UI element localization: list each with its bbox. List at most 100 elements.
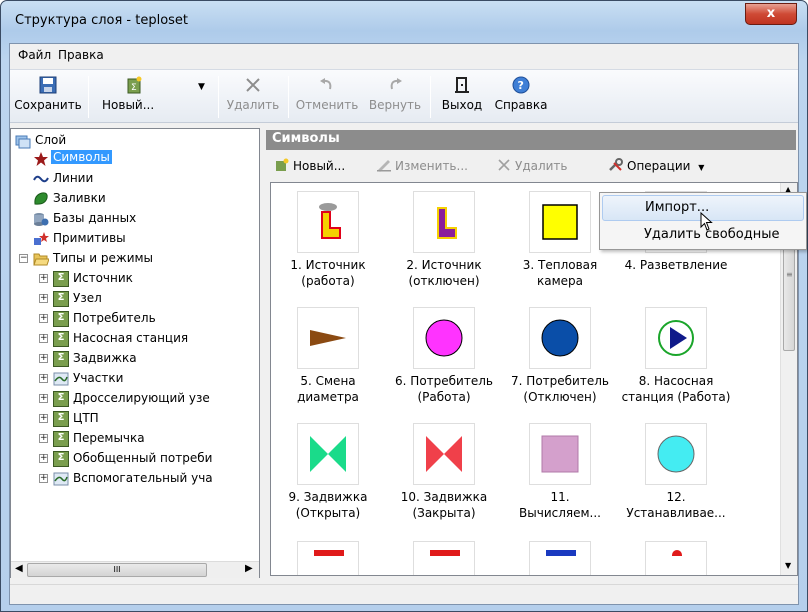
- symbol-tile-partial[interactable]: [297, 541, 359, 575]
- symbol-preview: [529, 423, 591, 485]
- client-area: Файл Правка Сохранить Σ Новый... ▼ Удали…: [9, 43, 799, 605]
- operations-menu-button[interactable]: Операции ▼: [608, 158, 704, 173]
- symbol-tile[interactable]: 5. Смена диаметра: [271, 307, 385, 425]
- tree-group-types[interactable]: Типы и режимы: [33, 249, 253, 269]
- symbol-tile[interactable]: 2. Источник (отключен): [387, 191, 501, 309]
- symbol-tile[interactable]: 12. Устанавливае...: [619, 423, 733, 541]
- toolbar-separator: [288, 76, 289, 118]
- sections-line-icon: [53, 372, 69, 386]
- status-bar: [10, 584, 798, 604]
- symbol-tile-partial[interactable]: [645, 541, 707, 575]
- sheet-icon: Σ: [53, 311, 69, 327]
- tree-type-item[interactable]: Σ Обобщенный потреби: [53, 449, 259, 469]
- sheet-icon: Σ: [53, 331, 69, 347]
- valve-open-icon: [310, 436, 346, 472]
- tree-item-primitives[interactable]: Примитивы: [33, 229, 253, 249]
- menu-edit[interactable]: Правка: [58, 48, 104, 62]
- red-dot-icon: [672, 550, 682, 556]
- new-dropdown-arrow[interactable]: ▼: [198, 82, 205, 92]
- close-button[interactable]: x: [745, 3, 797, 25]
- diameter-change-icon: [310, 330, 346, 346]
- sheet-icon: Σ: [53, 431, 69, 447]
- symbol-tile[interactable]: 6. Потребитель (Работа): [387, 307, 501, 425]
- menu-file[interactable]: Файл: [18, 48, 51, 62]
- app-window: Структура слоя - teploset x Файл Правка …: [0, 0, 808, 612]
- tree-type-item[interactable]: Участки: [53, 369, 259, 389]
- scroll-right-arrow-icon[interactable]: ▶: [245, 563, 253, 574]
- symbol-tile[interactable]: 1. Источник (работа): [271, 191, 385, 309]
- fill-shape-icon: [34, 192, 48, 205]
- expand-toggle[interactable]: +: [39, 454, 48, 463]
- collapse-toggle[interactable]: −: [19, 254, 28, 263]
- star-icon: [34, 152, 48, 166]
- tree-type-item[interactable]: Σ Перемычка: [53, 429, 259, 449]
- layer-tree[interactable]: Слой Символы Линии Заливки Базы данных П…: [10, 128, 260, 578]
- tree-type-item[interactable]: Σ Насосная станция: [53, 329, 259, 349]
- symbol-delete-button[interactable]: Удалить: [496, 158, 568, 173]
- delete-x-icon: [246, 78, 260, 92]
- tree-type-item[interactable]: Вспомогательный уча: [53, 469, 259, 489]
- help-icon: ?: [512, 76, 530, 94]
- symbol-tile[interactable]: 11. Вычисляем...: [503, 423, 617, 541]
- save-button[interactable]: Сохранить: [14, 74, 82, 120]
- symbol-edit-button[interactable]: Изменить...: [376, 158, 468, 173]
- title-bar[interactable]: Структура слоя - teploset x: [1, 1, 807, 41]
- symbol-new-button[interactable]: Новый...: [274, 158, 345, 173]
- new-button[interactable]: Σ Новый...: [94, 74, 174, 120]
- scroll-thumb[interactable]: III: [27, 563, 207, 577]
- symbol-tile-partial[interactable]: [413, 541, 475, 575]
- sections-line-icon: [53, 472, 69, 486]
- tree-item-symbols[interactable]: Символы: [33, 149, 253, 169]
- main-toolbar: Сохранить Σ Новый... ▼ Удалить Отменить …: [10, 69, 798, 123]
- expand-toggle[interactable]: +: [39, 334, 48, 343]
- symbol-tile[interactable]: 9. Задвижка (Открыта): [271, 423, 385, 541]
- symbol-tile[interactable]: 10. Задвижка (Закрыта): [387, 423, 501, 541]
- toolbar-separator: [430, 76, 431, 118]
- symbol-preview: [297, 191, 359, 253]
- tree-horizontal-scrollbar[interactable]: ◀ III ▶: [11, 561, 259, 578]
- tree-type-item[interactable]: Σ Источник: [53, 269, 259, 289]
- mouse-cursor-icon: [700, 212, 713, 231]
- expand-toggle[interactable]: +: [39, 354, 48, 363]
- sheet-icon: Σ: [53, 411, 69, 427]
- symbol-tile-partial[interactable]: [529, 541, 591, 575]
- tree-type-item[interactable]: Σ Узел: [53, 289, 259, 309]
- expand-toggle[interactable]: +: [39, 414, 48, 423]
- help-button[interactable]: ? Справка: [490, 74, 552, 120]
- tree-type-item[interactable]: Σ Дросселирующий узе: [53, 389, 259, 409]
- installed-circle-icon: [657, 435, 695, 473]
- scroll-left-arrow-icon[interactable]: ◀: [15, 563, 23, 574]
- new-sheet-icon: Σ: [127, 76, 142, 94]
- expand-toggle[interactable]: +: [39, 394, 48, 403]
- expand-toggle[interactable]: +: [39, 374, 48, 383]
- tree-type-item[interactable]: Σ Задвижка: [53, 349, 259, 369]
- expand-toggle[interactable]: +: [39, 314, 48, 323]
- heat-source-off-icon: [437, 207, 457, 239]
- expand-toggle[interactable]: +: [39, 294, 48, 303]
- sheet-icon: Σ: [53, 271, 69, 287]
- valve-closed-icon: [426, 436, 462, 472]
- symbol-tile[interactable]: 8. Насосная станция (Работа): [619, 307, 733, 425]
- symbol-preview: [529, 191, 591, 253]
- exit-button[interactable]: Выход: [434, 74, 490, 120]
- symbol-preview: [645, 307, 707, 369]
- undo-button[interactable]: Отменить: [292, 74, 362, 120]
- expand-toggle[interactable]: +: [39, 434, 48, 443]
- undo-icon: [320, 78, 332, 90]
- tree-item-fills[interactable]: Заливки: [33, 189, 253, 209]
- sheet-icon: Σ: [53, 291, 69, 307]
- tree-root[interactable]: Слой: [15, 131, 255, 151]
- toolbar-separator: [88, 76, 89, 118]
- tree-item-lines[interactable]: Линии: [33, 169, 253, 189]
- delete-button[interactable]: Удалить: [222, 74, 284, 120]
- tree-item-databases[interactable]: Базы данных: [33, 209, 253, 229]
- scroll-down-arrow-icon[interactable]: ▼: [785, 561, 791, 570]
- computed-square-icon: [541, 435, 579, 473]
- expand-toggle[interactable]: +: [39, 274, 48, 283]
- tree-type-item[interactable]: Σ ЦТП: [53, 409, 259, 429]
- tree-type-item[interactable]: Σ Потребитель: [53, 309, 259, 329]
- expand-toggle[interactable]: +: [39, 474, 48, 483]
- redo-button[interactable]: Вернуть: [364, 74, 426, 120]
- symbol-tile[interactable]: 7. Потребитель (Отключен): [503, 307, 617, 425]
- red-bar-icon: [430, 550, 460, 556]
